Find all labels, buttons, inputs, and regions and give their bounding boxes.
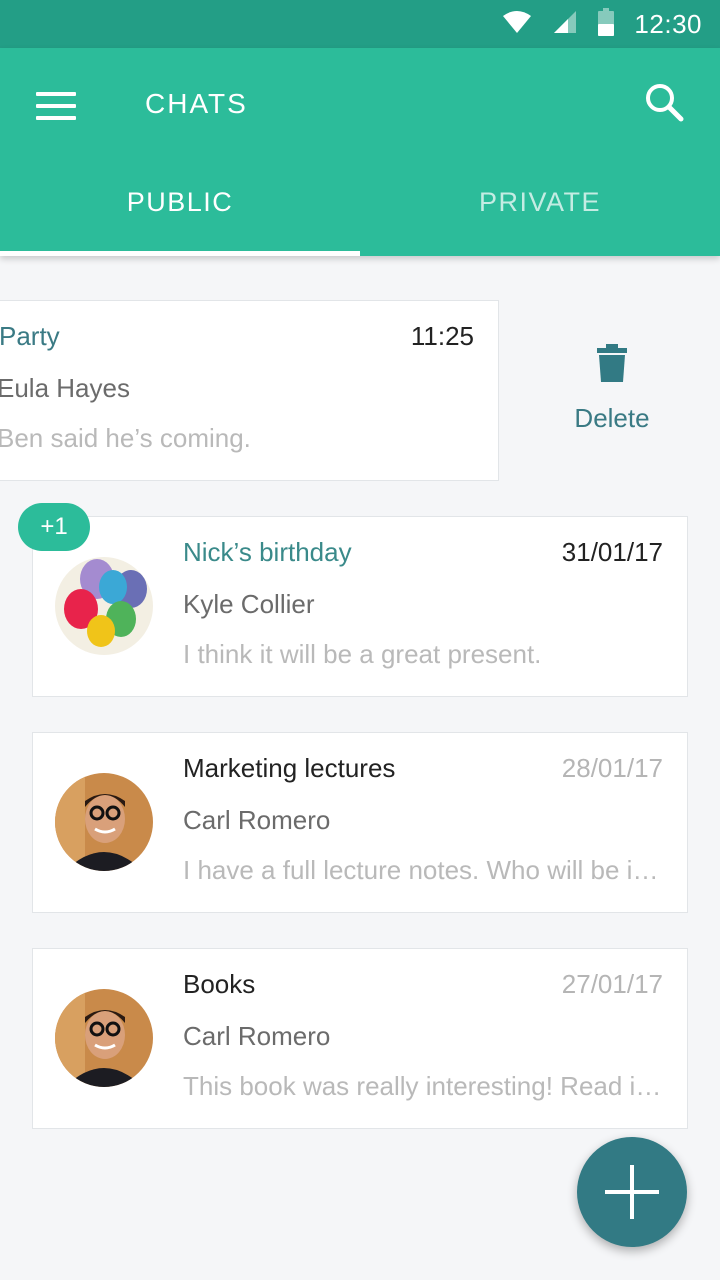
- chat-date: 31/01/17: [561, 537, 663, 567]
- chat-card[interactable]: Marketing lectures 28/01/17 Carl Romero …: [32, 732, 688, 913]
- unread-badge: +1: [18, 503, 90, 551]
- chat-sender: Carl Romero: [183, 805, 331, 835]
- tab-public[interactable]: PUBLIC: [0, 160, 360, 256]
- chat-date: 28/01/17: [561, 753, 663, 783]
- page-title: CHATS: [145, 88, 248, 119]
- tab-private[interactable]: PRIVATE: [360, 160, 720, 256]
- chat-preview: This book was really interesting! Read i…: [183, 1071, 663, 1101]
- chat-subject: Marketing lectures: [183, 753, 396, 783]
- status-icons: 12:30: [502, 0, 702, 48]
- app-bar: CHATS PUBLIC PRIVATE: [0, 48, 720, 256]
- avatar: [55, 557, 153, 655]
- status-time: 12:30: [634, 8, 702, 39]
- chat-subject: Party: [0, 321, 60, 351]
- delete-label: Delete: [574, 403, 650, 433]
- avatar: [55, 773, 153, 871]
- chat-subject: Books: [183, 969, 256, 999]
- plus-icon[interactable]: [577, 1137, 687, 1247]
- trash-icon: [597, 344, 627, 386]
- search-icon[interactable]: [640, 78, 690, 128]
- wifi-icon: [502, 10, 532, 39]
- delete-button[interactable]: Delete: [560, 344, 664, 434]
- chat-preview: I have a full lecture notes. Who will be…: [183, 855, 663, 885]
- status-bar: 12:30: [0, 0, 720, 48]
- tab-bar: PUBLIC PRIVATE: [0, 160, 720, 256]
- chat-card[interactable]: Nick’s birthday 31/01/17 Kyle Collier I …: [32, 516, 688, 697]
- chat-sender: Kyle Collier: [183, 589, 315, 619]
- chat-preview: I think it will be a great present.: [183, 639, 542, 669]
- signal-icon: [552, 9, 578, 40]
- chat-card[interactable]: Books 27/01/17 Carl Romero This book was…: [32, 948, 688, 1129]
- chat-preview: Ben said he’s coming.: [0, 423, 251, 453]
- chat-date: 11:25: [410, 321, 474, 351]
- chat-sender: Eula Hayes: [0, 373, 130, 403]
- chat-card-swiped[interactable]: Party 11:25 Eula Hayes Ben said he’s com…: [0, 300, 499, 481]
- chat-date: 27/01/17: [561, 969, 663, 999]
- chat-sender: Carl Romero: [183, 1021, 331, 1051]
- battery-icon: [598, 7, 615, 41]
- avatar: [55, 989, 153, 1087]
- chat-subject: Nick’s birthday: [183, 537, 352, 567]
- menu-icon[interactable]: [36, 92, 76, 122]
